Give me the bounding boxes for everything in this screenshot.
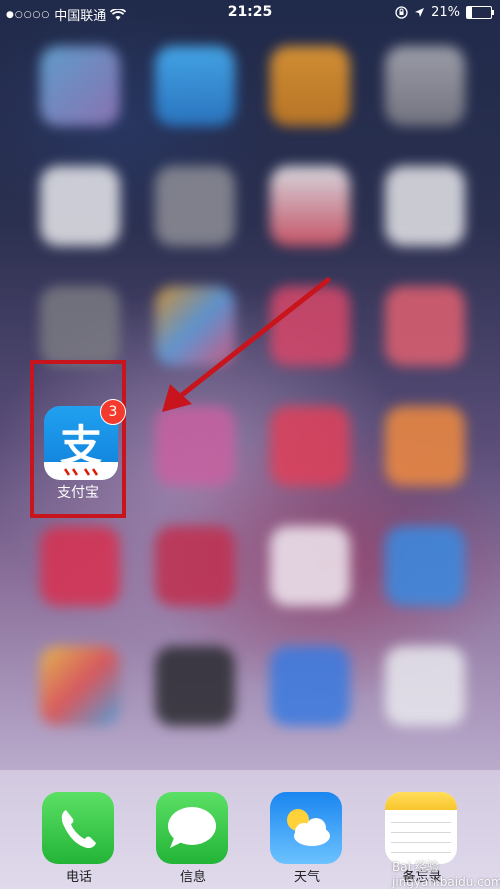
blurred-app-icon[interactable]	[155, 46, 235, 126]
battery-icon	[466, 6, 494, 19]
dock-app-phone[interactable]: 电话	[42, 792, 116, 885]
status-right: 21%	[395, 5, 494, 20]
blurred-app-icon[interactable]	[385, 406, 465, 486]
dock-label: 电话	[65, 870, 92, 885]
blurred-app-icon[interactable]	[385, 286, 465, 366]
blurred-app-icon[interactable]	[270, 286, 350, 366]
blurred-app-icon[interactable]	[385, 526, 465, 606]
alipay-smile-icon	[44, 462, 118, 480]
blurred-app-icon[interactable]	[155, 526, 235, 606]
messages-icon[interactable]	[156, 792, 228, 864]
watermark: Bai 经验 jingyan.baidu.com	[392, 860, 500, 889]
dock-label: 天气	[293, 870, 320, 885]
blurred-app-icon[interactable]	[385, 46, 465, 126]
battery-fill	[467, 7, 473, 18]
blurred-app-icon[interactable]	[40, 646, 120, 726]
dock-app-weather[interactable]: 天气	[270, 792, 344, 885]
location-arrow-icon	[415, 8, 425, 17]
blurred-app-icon[interactable]	[270, 166, 350, 246]
blurred-app-icon[interactable]	[270, 46, 350, 126]
dock-label: 信息	[179, 870, 206, 885]
notes-icon[interactable]	[385, 792, 457, 864]
blurred-app-icon[interactable]	[155, 286, 235, 366]
blurred-app-icon[interactable]	[40, 526, 120, 606]
blurred-app-icon[interactable]	[385, 166, 465, 246]
blurred-app-icon[interactable]	[270, 526, 350, 606]
rotation-lock-icon	[395, 6, 408, 19]
phone-icon[interactable]	[42, 792, 114, 864]
blurred-app-icon[interactable]	[270, 406, 350, 486]
weather-icon[interactable]	[270, 792, 342, 864]
alipay-app-label: 支付宝	[57, 485, 99, 501]
blurred-app-icon[interactable]	[155, 646, 235, 726]
blurred-app-icon[interactable]	[40, 46, 120, 126]
status-bar: ●○○○○ 中国联通 21:25 21%	[0, 0, 500, 26]
battery-percent: 21%	[431, 5, 460, 20]
blurred-app-icon[interactable]	[270, 646, 350, 726]
blurred-app-icon[interactable]	[385, 646, 465, 726]
blurred-app-icon[interactable]	[155, 406, 235, 486]
dock-app-messages[interactable]: 信息	[156, 792, 230, 885]
blurred-app-icon[interactable]	[155, 166, 235, 246]
blurred-app-icon[interactable]	[40, 286, 120, 366]
blurred-app-icon[interactable]	[40, 166, 120, 246]
notification-badge: 3	[100, 399, 126, 425]
